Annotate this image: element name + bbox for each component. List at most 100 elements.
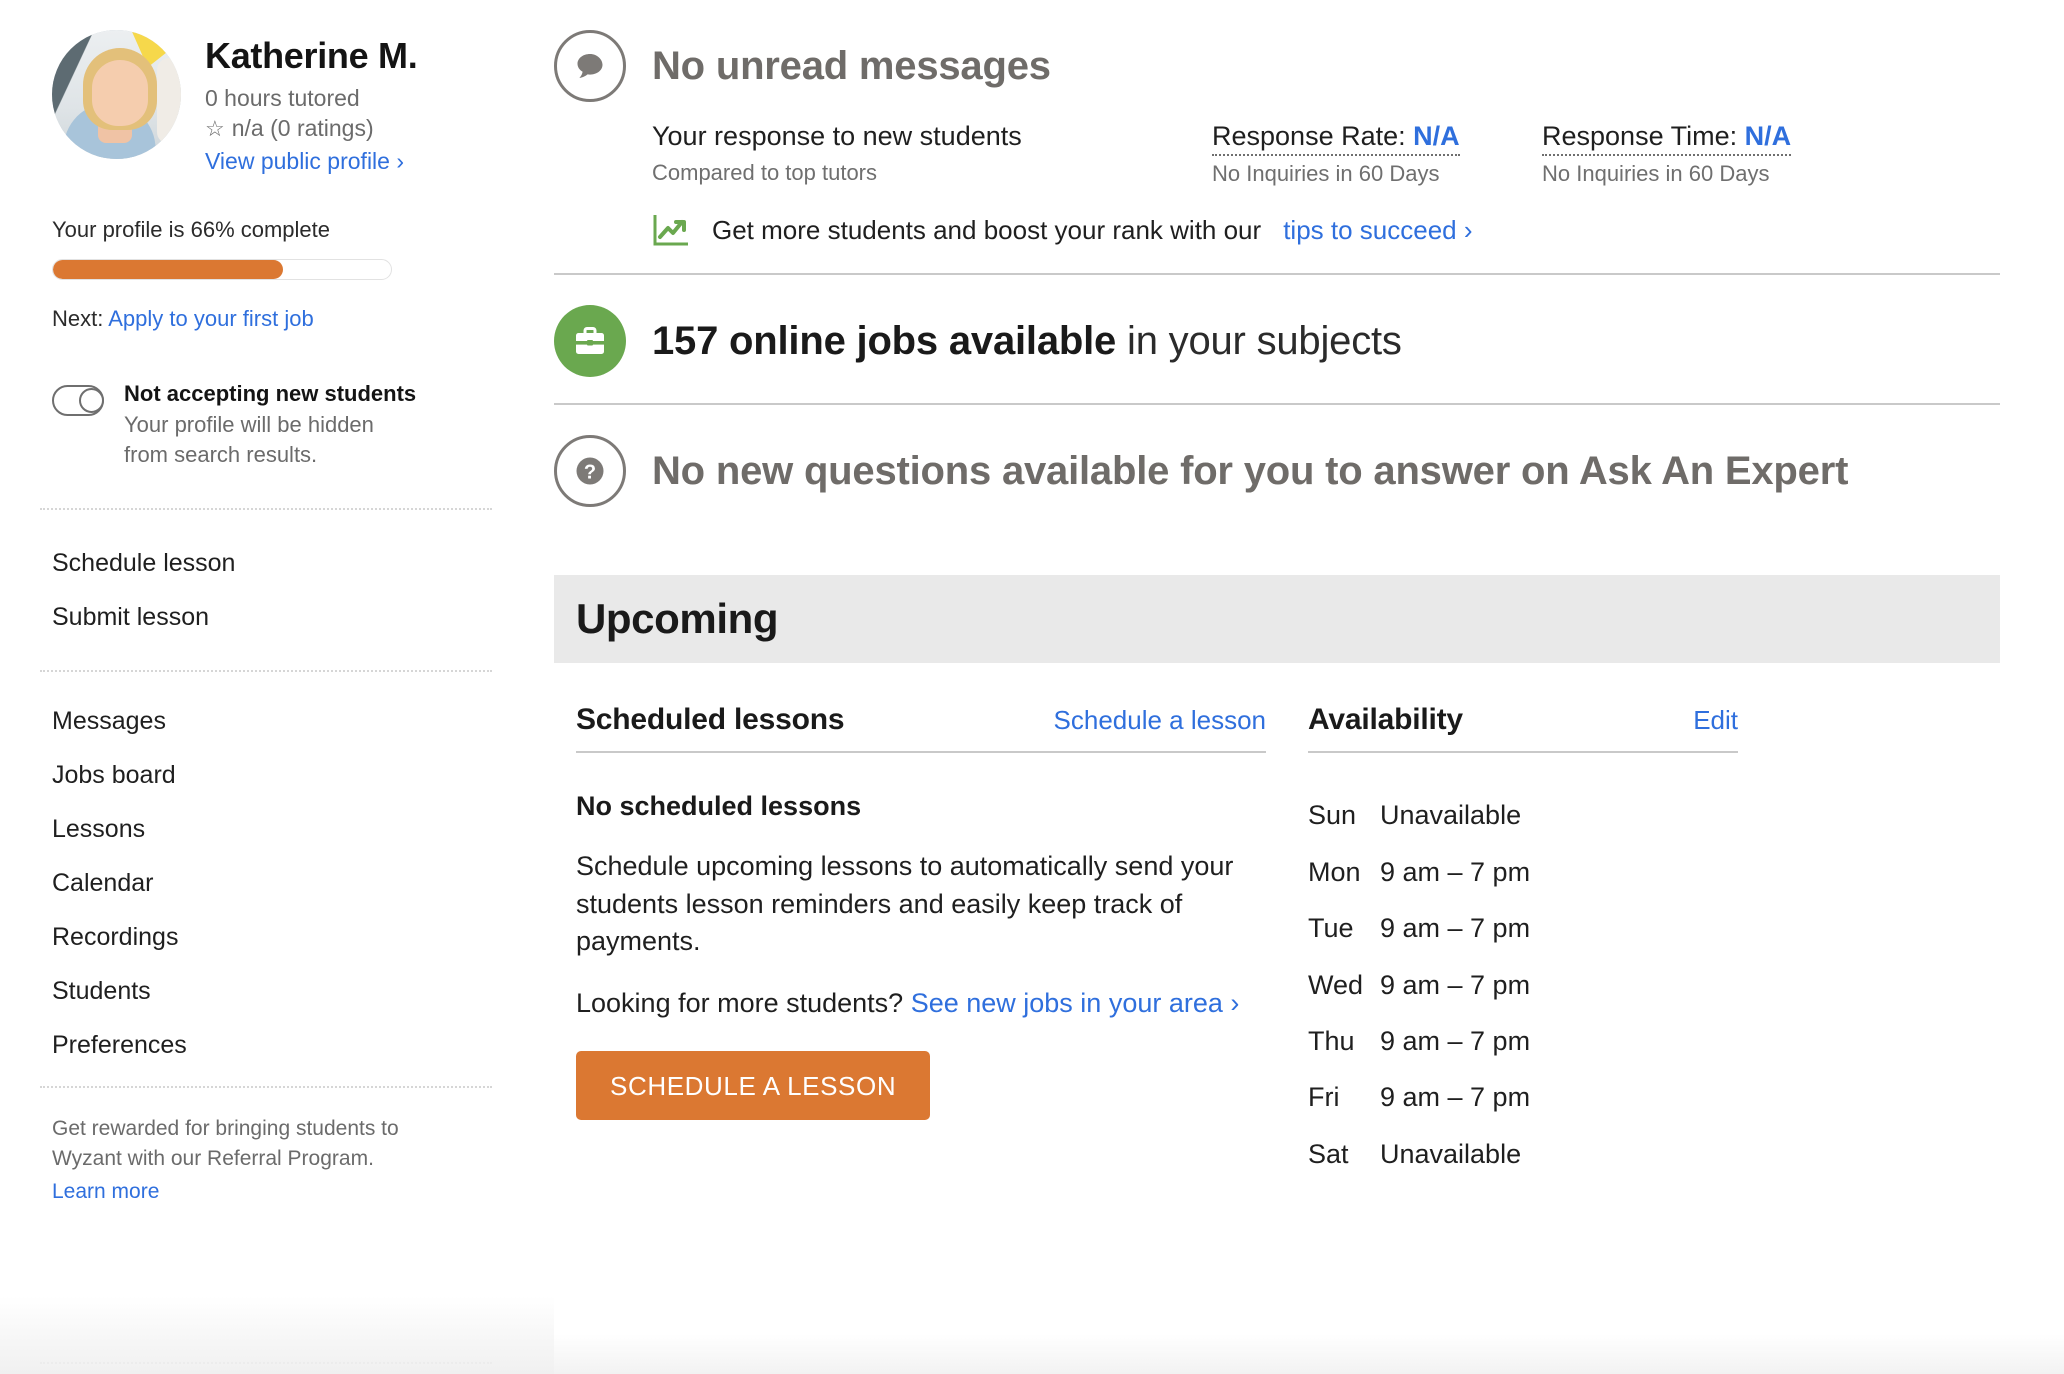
referral-program-block: Get rewarded for bringing students to Wy… <box>52 1114 412 1207</box>
jobs-headline: 157 online jobs available in your subjec… <box>652 319 1402 363</box>
svg-text:?: ? <box>584 462 596 484</box>
jobs-section[interactable]: 157 online jobs available in your subjec… <box>554 273 2000 403</box>
tips-row: Get more students and boost your rank wi… <box>554 213 2000 247</box>
messages-header: No unread messages <box>554 30 2000 102</box>
availability-time: 9 am – 7 pm <box>1380 913 1531 944</box>
schedule-a-lesson-link[interactable]: Schedule a lesson <box>1054 705 1266 736</box>
availability-row: Fri 9 am – 7 pm <box>1308 1069 1738 1125</box>
expert-header: ? No new questions available for you to … <box>554 435 2000 508</box>
ask-an-expert-section: ? No new questions available for you to … <box>554 403 2000 533</box>
profile-header: Katherine M. 0 hours tutored ☆ n/a (0 ra… <box>52 30 504 177</box>
response-title: Your response to new students <box>652 121 1022 151</box>
speech-bubble-icon <box>554 30 626 102</box>
dashboard-page: Katherine M. 0 hours tutored ☆ n/a (0 ra… <box>0 0 2064 1374</box>
sidebar-divider-2 <box>40 669 492 672</box>
availability-day: Fri <box>1308 1082 1340 1113</box>
response-time-value: N/A <box>1744 121 1792 151</box>
scheduled-lessons-header: Scheduled lessons Schedule a lesson <box>576 703 1266 754</box>
jobs-suffix-text: in your subjects <box>1116 319 1402 364</box>
see-new-jobs-link[interactable]: See new jobs in your area › <box>911 988 1240 1018</box>
tips-to-succeed-link[interactable]: tips to succeed › <box>1283 215 1472 246</box>
briefcase-icon <box>554 305 626 378</box>
availability-time: 9 am – 7 pm <box>1380 856 1531 887</box>
messages-section: No unread messages Your response to new … <box>554 0 2000 273</box>
toggle-knob <box>79 387 104 413</box>
looking-for-students-row: Looking for more students? See new jobs … <box>576 988 1266 1019</box>
trending-up-chart-icon <box>652 213 690 247</box>
response-metrics: Your response to new students Compared t… <box>554 120 2000 187</box>
response-rate-label: Response Rate: <box>1212 121 1406 151</box>
main-bottom-fade <box>554 1334 2064 1374</box>
availability-time: Unavailable <box>1380 800 1522 831</box>
response-time-label-wrap[interactable]: Response Time: N/A <box>1542 121 1792 156</box>
jobs-header: 157 online jobs available in your subjec… <box>554 305 2000 378</box>
sidebar-divider-4 <box>40 1362 492 1364</box>
sidebar-item-submit-lesson[interactable]: Submit lesson <box>52 590 504 644</box>
star-outline-icon: ☆ <box>205 115 225 141</box>
availability-day: Mon <box>1308 856 1361 887</box>
availability-time: 9 am – 7 pm <box>1380 1025 1531 1056</box>
schedule-a-lesson-button[interactable]: SCHEDULE A LESSON <box>576 1051 931 1121</box>
sidebar-divider-3 <box>40 1085 492 1088</box>
availability-time: Unavailable <box>1380 1138 1522 1169</box>
scheduled-lessons-column: Scheduled lessons Schedule a lesson No s… <box>576 703 1266 1182</box>
availability-header: Availability Edit <box>1308 703 1738 754</box>
referral-learn-more-link[interactable]: Learn more <box>52 1177 159 1207</box>
sidebar-nav-secondary: Messages Jobs board Lessons Calendar Rec… <box>52 694 504 1072</box>
availability-row: Thu 9 am – 7 pm <box>1308 1013 1738 1069</box>
availability-day: Sun <box>1308 800 1357 831</box>
rating-row: ☆ n/a (0 ratings) <box>205 114 417 143</box>
sidebar-item-messages[interactable]: Messages <box>52 694 504 748</box>
sidebar-item-preferences[interactable]: Preferences <box>52 1018 504 1072</box>
sidebar-divider-1 <box>40 507 492 510</box>
sidebar-item-schedule-lesson[interactable]: Schedule lesson <box>52 536 504 590</box>
sidebar: Katherine M. 0 hours tutored ☆ n/a (0 ra… <box>0 0 554 1374</box>
response-time-sub: No Inquiries in 60 Days <box>1542 161 1770 187</box>
jobs-count-text: 157 online jobs available <box>652 319 1117 364</box>
availability-time: 9 am – 7 pm <box>1380 1082 1531 1113</box>
accepting-students-toggle[interactable] <box>52 384 104 416</box>
availability-row: Mon 9 am – 7 pm <box>1308 844 1738 900</box>
looking-text: Looking for more students? <box>576 988 911 1019</box>
response-subtitle: Compared to top tutors <box>652 160 878 186</box>
upcoming-columns: Scheduled lessons Schedule a lesson No s… <box>554 663 2000 1182</box>
scheduled-lessons-title: Scheduled lessons <box>576 703 845 737</box>
profile-name: Katherine M. <box>205 35 418 76</box>
hours-tutored: 0 hours tutored <box>205 84 360 111</box>
sidebar-item-jobs-board[interactable]: Jobs board <box>52 748 504 802</box>
sidebar-nav-primary: Schedule lesson Submit lesson <box>52 536 504 644</box>
response-rate-sub: No Inquiries in 60 Days <box>1212 161 1440 187</box>
availability-edit-link[interactable]: Edit <box>1693 705 1738 736</box>
upcoming-header-bar: Upcoming <box>554 575 2000 664</box>
accepting-students-block: Not accepting new students Your profile … <box>52 380 504 470</box>
next-label: Next: <box>52 305 109 331</box>
response-time-label: Response Time: <box>1542 121 1738 151</box>
avatar <box>52 30 181 159</box>
profile-completion-label: Your profile is 66% complete <box>52 216 331 242</box>
availability-rows: Sun Unavailable Mon 9 am – 7 pm Tue 9 am… <box>1308 787 1738 1182</box>
availability-day: Thu <box>1308 1025 1355 1056</box>
availability-day: Sat <box>1308 1138 1349 1169</box>
sidebar-item-calendar[interactable]: Calendar <box>52 856 504 910</box>
sidebar-item-students[interactable]: Students <box>52 964 504 1018</box>
question-mark-circle-icon: ? <box>554 435 626 508</box>
response-rate-label-wrap[interactable]: Response Rate: N/A <box>1212 121 1460 156</box>
availability-day: Tue <box>1308 913 1354 944</box>
response-rate-value: N/A <box>1413 121 1460 151</box>
profile-completion-progressbar <box>52 258 392 280</box>
view-public-profile-link[interactable]: View public profile › <box>205 148 404 174</box>
tips-text: Get more students and boost your rank wi… <box>712 214 1262 245</box>
next-step-row: Next: Apply to your first job <box>52 306 504 332</box>
no-scheduled-lessons-copy: Schedule upcoming lessons to automatical… <box>576 851 1234 956</box>
sidebar-item-lessons[interactable]: Lessons <box>52 802 504 856</box>
availability-row: Wed 9 am – 7 pm <box>1308 957 1738 1013</box>
accepting-students-title: Not accepting new students <box>124 380 417 406</box>
sidebar-item-recordings[interactable]: Recordings <box>52 910 504 964</box>
apply-first-job-link[interactable]: Apply to your first job <box>108 306 313 331</box>
availability-row: Tue 9 am – 7 pm <box>1308 900 1738 956</box>
accepting-students-subtitle: Your profile will be hidden from search … <box>124 412 374 468</box>
main-content: No unread messages Your response to new … <box>554 0 2064 1374</box>
response-summary: Your response to new students Compared t… <box>652 120 1212 186</box>
expert-headline: No new questions available for you to an… <box>652 449 1849 494</box>
view-public-profile-row: View public profile › <box>205 147 417 177</box>
